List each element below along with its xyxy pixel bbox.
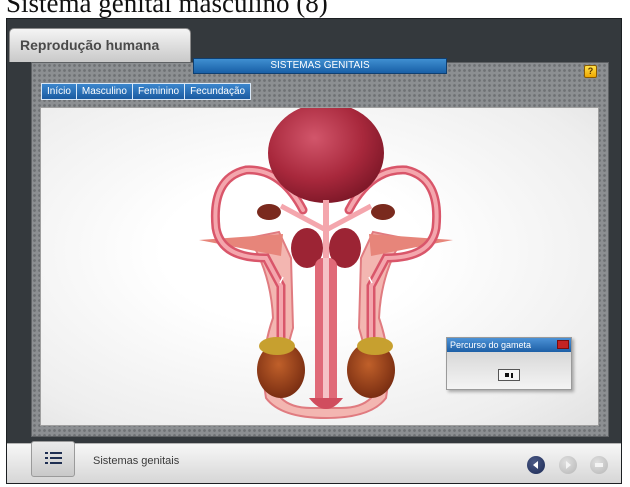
- stop-pause-icon[interactable]: [498, 369, 520, 381]
- tab-fecundacao[interactable]: Fecundação: [185, 84, 251, 99]
- close-icon[interactable]: [557, 340, 569, 349]
- gamete-path-popup: Percurso do gameta: [446, 337, 572, 390]
- page-caption: Sistema genital masculino (8): [6, 0, 328, 18]
- nav-tabs: Início Masculino Feminino Fecundação: [41, 83, 252, 100]
- tab-inicio[interactable]: Início: [42, 84, 77, 99]
- stop-circle-icon[interactable]: [590, 456, 608, 474]
- help-book-icon[interactable]: ?: [584, 65, 597, 78]
- app-title-tab: Reprodução humana: [9, 28, 191, 62]
- list-menu-icon: [45, 452, 62, 465]
- stop-icon: [505, 373, 509, 377]
- footer-label: Sistemas genitais: [93, 455, 180, 467]
- menu-button[interactable]: [31, 441, 75, 477]
- arrow-left-circle-icon[interactable]: [527, 456, 545, 474]
- popup-title: Percurso do gameta: [447, 338, 571, 352]
- pause-icon: [511, 372, 513, 378]
- tab-feminino[interactable]: Feminino: [132, 84, 186, 99]
- arrow-right-circle-icon[interactable]: [559, 456, 577, 474]
- section-header: SISTEMAS GENITAIS: [193, 58, 447, 74]
- tab-masculino[interactable]: Masculino: [76, 84, 133, 99]
- popup-body: [447, 352, 571, 389]
